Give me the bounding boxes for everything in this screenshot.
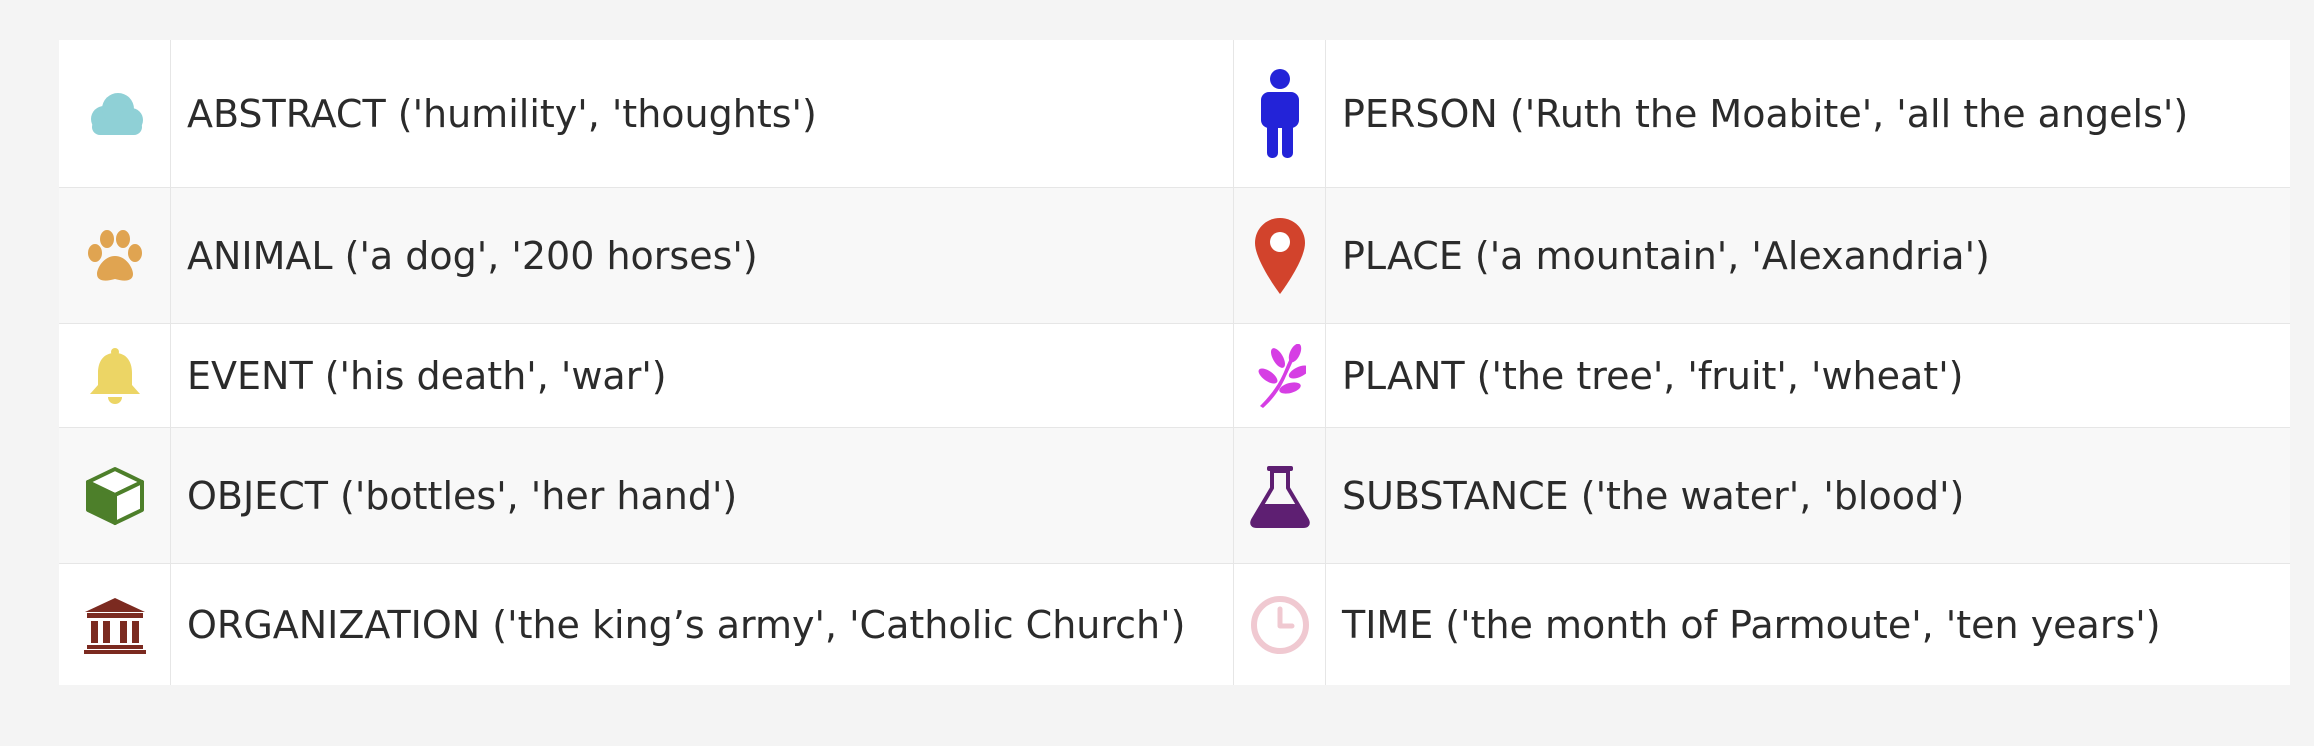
legend-label-place: PLACE ('a mountain', 'Alexandria') — [1326, 188, 2290, 324]
legend-label-event: EVENT ('his death', 'war') — [171, 324, 1234, 428]
legend-label-object: OBJECT ('bottles', 'her hand') — [171, 428, 1234, 564]
map-pin-icon — [1254, 217, 1305, 294]
legend-icon-cell — [1234, 40, 1326, 188]
legend-icon-cell — [59, 428, 171, 564]
legend-icon-cell — [59, 324, 171, 428]
legend-label-organization: ORGANIZATION ('the king’s army', 'Cathol… — [171, 564, 1234, 685]
legend-icon-cell — [1234, 564, 1326, 685]
person-icon — [1260, 68, 1299, 158]
legend-label-substance: SUBSTANCE ('the water', 'blood') — [1326, 428, 2290, 564]
institution-icon — [83, 597, 146, 654]
cube-icon — [85, 466, 144, 525]
cloud-icon — [90, 92, 143, 135]
legend-icon-cell — [59, 188, 171, 324]
legend-label-time: TIME ('the month of Parmoute', 'ten year… — [1342, 602, 2161, 647]
bell-icon — [89, 347, 140, 404]
legend-label-plant: PLANT ('the tree', 'fruit', 'wheat') — [1326, 324, 2290, 428]
flask-icon — [1249, 465, 1310, 528]
legend-label-person: PERSON ('Ruth the Moabite', 'all the ang… — [1326, 40, 2290, 188]
clock-icon — [1250, 595, 1309, 654]
entity-type-legend: ABSTRACT ('humility', 'thoughts') PERSON… — [59, 40, 2290, 685]
legend-icon-cell — [1234, 428, 1326, 564]
leaf-sprig-icon — [1258, 343, 1306, 408]
legend-icon-cell — [1234, 324, 1326, 428]
legend-icon-cell — [1234, 188, 1326, 324]
legend-label-abstract: ABSTRACT ('humility', 'thoughts') — [171, 40, 1234, 188]
legend-icon-cell — [59, 564, 171, 685]
paw-icon — [87, 229, 142, 281]
legend-icon-cell — [59, 40, 171, 188]
legend-label-animal: ANIMAL ('a dog', '200 horses') — [171, 188, 1234, 324]
